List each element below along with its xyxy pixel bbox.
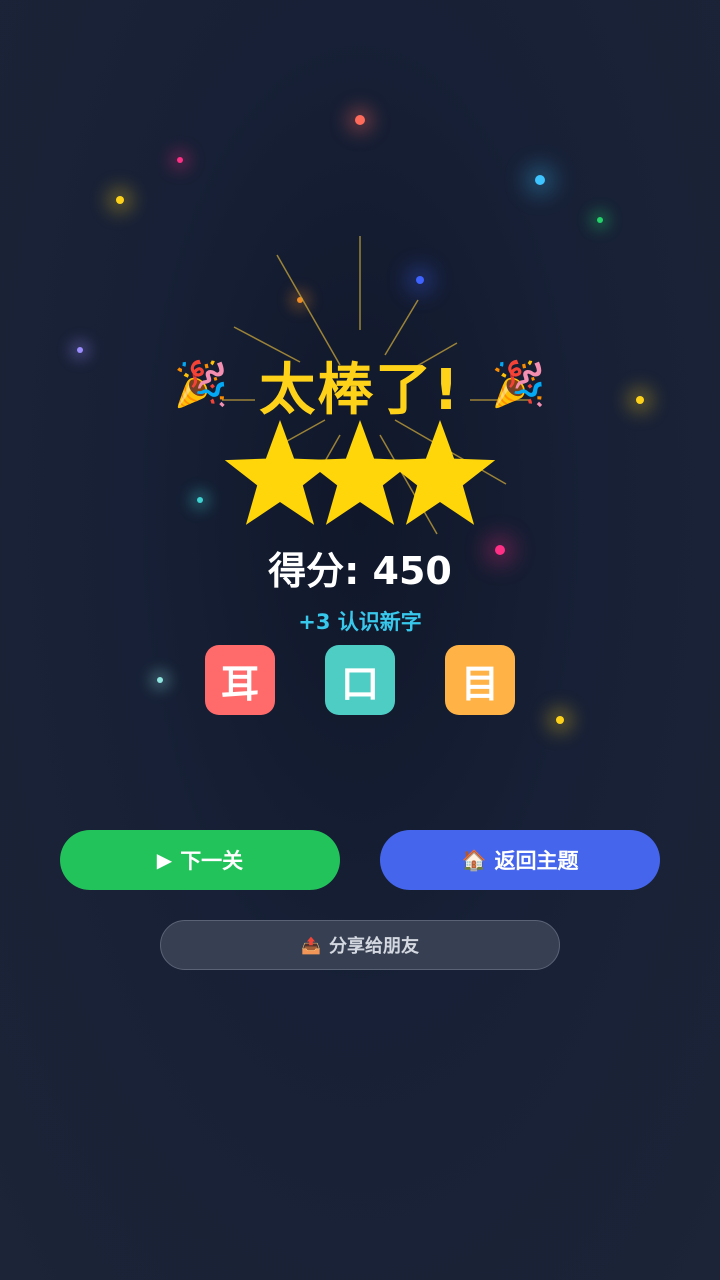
- learned-char: 口: [340, 661, 379, 706]
- star-rating: [224, 420, 496, 525]
- party-popper-icon: 🎉: [173, 359, 229, 410]
- title-row: 🎉 太棒了! 🎉: [0, 345, 720, 425]
- share-label: 分享给朋友: [328, 936, 419, 957]
- learned-char-tile: 耳: [205, 645, 275, 715]
- party-popper-icon: 🎉: [491, 359, 547, 410]
- learned-char: 耳: [220, 661, 259, 706]
- score-text: 得分: 450: [268, 549, 452, 593]
- star-icon: [224, 420, 336, 525]
- confetti-sparkle: [157, 677, 163, 683]
- share-inbox-icon: 📤: [301, 935, 321, 955]
- back-to-theme-button[interactable]: 🏠 返回主题: [380, 830, 660, 890]
- confetti-sparkle: [297, 297, 303, 303]
- confetti-sparkle: [556, 716, 564, 724]
- next-level-button[interactable]: ▶ 下一关: [60, 830, 340, 890]
- star-icon: [384, 420, 496, 525]
- confetti-sparkle: [535, 175, 545, 185]
- learned-char: 目: [460, 661, 499, 706]
- confetti-sparkle: [197, 497, 203, 503]
- result-title: 太棒了!: [259, 357, 461, 423]
- confetti-sparkle: [355, 115, 365, 125]
- back-to-theme-label: 返回主题: [494, 849, 579, 873]
- home-icon: 🏠: [461, 848, 487, 872]
- learned-count-text: +3 认识新字: [298, 610, 422, 634]
- star-icon: [304, 420, 416, 525]
- learned-char-tile: 目: [445, 645, 515, 715]
- confetti-sparkle: [597, 217, 603, 223]
- next-level-label: 下一关: [180, 849, 244, 873]
- share-button[interactable]: 📤 分享给朋友: [160, 920, 560, 970]
- learned-char-tile: 口: [325, 645, 395, 715]
- confetti-sparkle: [416, 276, 424, 284]
- confetti-sparkle: [116, 196, 124, 204]
- confetti-sparkle: [177, 157, 183, 163]
- play-icon: ▶: [156, 848, 173, 872]
- celebration-rays: [222, 236, 530, 535]
